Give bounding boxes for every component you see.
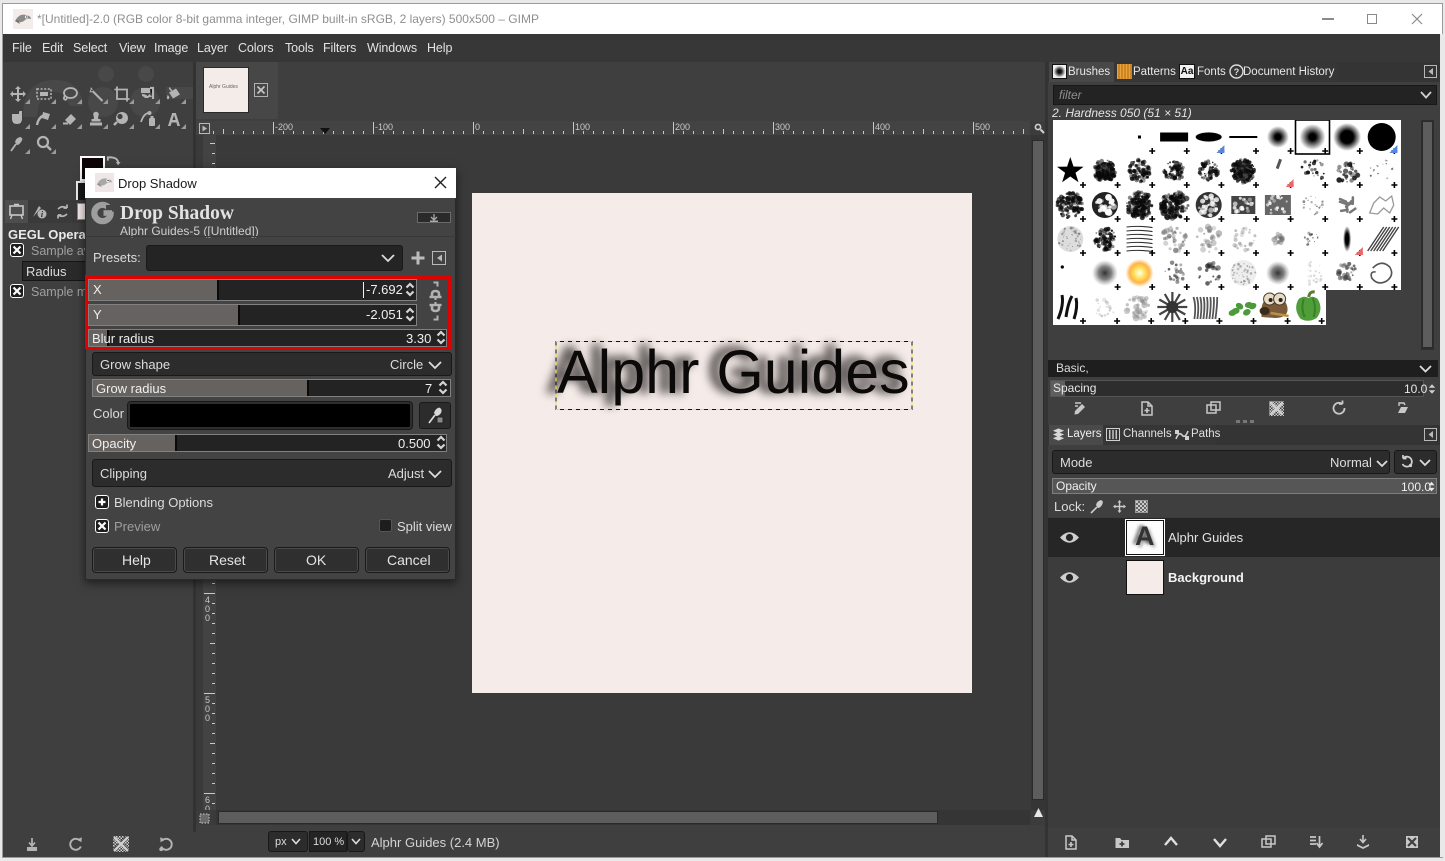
svg-text:0: 0 (475, 122, 480, 132)
svg-text:200: 200 (675, 122, 690, 132)
svg-text:100: 100 (575, 122, 590, 132)
svg-text:0: 0 (205, 713, 210, 723)
svg-text:?: ? (1234, 67, 1240, 77)
svg-text:-200: -200 (275, 122, 293, 132)
svg-text:500: 500 (975, 122, 990, 132)
svg-text:400: 400 (875, 122, 890, 132)
svg-text:0: 0 (205, 613, 210, 623)
svg-text:-100: -100 (375, 122, 393, 132)
svg-text:300: 300 (775, 122, 790, 132)
